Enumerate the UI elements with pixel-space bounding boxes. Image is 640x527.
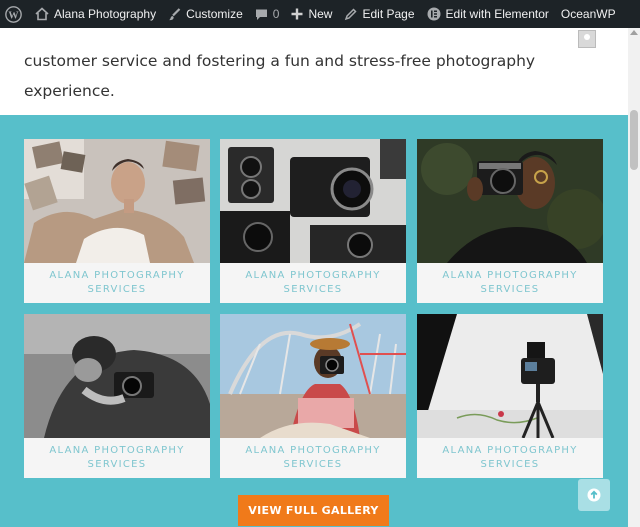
intro-text-block: customer service and fostering a fun and… [24, 28, 604, 106]
oceanwp-menu[interactable]: OceanWP [555, 0, 622, 28]
elementor-icon [427, 7, 441, 21]
edit-elementor-label: Edit with Elementor [445, 7, 549, 21]
intro-text-cut-line [24, 28, 604, 46]
customize-label: Customize [186, 7, 243, 21]
gallery-card-6[interactable]: ALANA PHOTOGRAPHY SERVICES [417, 314, 603, 478]
wordpress-icon: W [5, 5, 22, 23]
comment-bubble-icon [255, 8, 268, 21]
edit-page-link[interactable]: Edit Page [338, 0, 420, 28]
caption-line-1: ALANA PHOTOGRAPHY [442, 270, 578, 281]
site-name-menu[interactable]: Alana Photography [29, 0, 162, 28]
scroll-to-top-button[interactable] [578, 479, 610, 511]
caption-line-2: SERVICES [283, 284, 343, 295]
caption-line-2: SERVICES [480, 284, 540, 295]
caption-line-1: ALANA PHOTOGRAPHY [49, 445, 185, 456]
gallery-photo-5[interactable] [220, 314, 406, 438]
view-full-gallery-button[interactable]: VIEW FULL GALLERY [238, 495, 389, 526]
gallery-photo-3[interactable] [417, 139, 603, 263]
new-content-menu[interactable]: New [285, 0, 338, 28]
wp-logo-menu[interactable]: W [0, 0, 29, 28]
avatar-icon [578, 30, 596, 48]
gallery-photo-1[interactable] [24, 139, 210, 263]
gallery-photo-2[interactable] [220, 139, 406, 263]
comments-link[interactable]: 0 [249, 0, 286, 28]
caption-line-1: ALANA PHOTOGRAPHY [442, 445, 578, 456]
gallery-card-5[interactable]: ALANA PHOTOGRAPHY SERVICES [220, 314, 406, 478]
gallery-caption-6[interactable]: ALANA PHOTOGRAPHY SERVICES [417, 438, 603, 478]
gallery-photo-6[interactable] [417, 314, 603, 438]
caption-line-1: ALANA PHOTOGRAPHY [245, 445, 381, 456]
intro-text: customer service and fostering a fun and… [24, 52, 536, 100]
site-name-label: Alana Photography [54, 7, 157, 21]
caption-line-1: ALANA PHOTOGRAPHY [49, 270, 185, 281]
gallery-card-1[interactable]: ALANA PHOTOGRAPHY SERVICES [24, 139, 210, 303]
gallery-caption-4[interactable]: ALANA PHOTOGRAPHY SERVICES [24, 438, 210, 478]
caption-line-1: ALANA PHOTOGRAPHY [245, 270, 381, 281]
caption-line-2: SERVICES [87, 459, 147, 470]
home-icon [35, 7, 49, 21]
plus-icon [291, 8, 303, 20]
edit-elementor-link[interactable]: Edit with Elementor [421, 0, 555, 28]
admin-bar: W Alana Photography Customize 0 New Edit… [0, 0, 640, 28]
gallery-photo-4[interactable] [24, 314, 210, 438]
page-content: customer service and fostering a fun and… [0, 28, 628, 527]
oceanwp-label: OceanWP [560, 7, 616, 21]
paintbrush-icon [168, 7, 181, 21]
gallery-card-2[interactable]: ALANA PHOTOGRAPHY SERVICES [220, 139, 406, 303]
scrollbar-thumb[interactable] [630, 110, 638, 170]
arrow-up-circle-icon [587, 488, 601, 502]
comments-count: 0 [272, 7, 280, 21]
caption-line-2: SERVICES [87, 284, 147, 295]
gallery-caption-2[interactable]: ALANA PHOTOGRAPHY SERVICES [220, 263, 406, 303]
gallery-card-3[interactable]: ALANA PHOTOGRAPHY SERVICES [417, 139, 603, 303]
caption-line-2: SERVICES [480, 459, 540, 470]
gallery-caption-3[interactable]: ALANA PHOTOGRAPHY SERVICES [417, 263, 603, 303]
edit-page-label: Edit Page [362, 7, 415, 21]
gallery-caption-5[interactable]: ALANA PHOTOGRAPHY SERVICES [220, 438, 406, 478]
gallery-section: ALANA PHOTOGRAPHY SERVICES ALANA PHOTOGR… [0, 115, 628, 527]
pencil-icon [344, 7, 358, 21]
svg-text:W: W [8, 10, 19, 21]
customize-link[interactable]: Customize [162, 0, 249, 28]
scroll-up-arrow-icon[interactable] [630, 30, 638, 35]
page-scrollbar[interactable] [628, 28, 640, 527]
gallery-caption-1[interactable]: ALANA PHOTOGRAPHY SERVICES [24, 263, 210, 303]
gallery-card-4[interactable]: ALANA PHOTOGRAPHY SERVICES [24, 314, 210, 478]
caption-line-2: SERVICES [283, 459, 343, 470]
new-label: New [308, 7, 333, 21]
